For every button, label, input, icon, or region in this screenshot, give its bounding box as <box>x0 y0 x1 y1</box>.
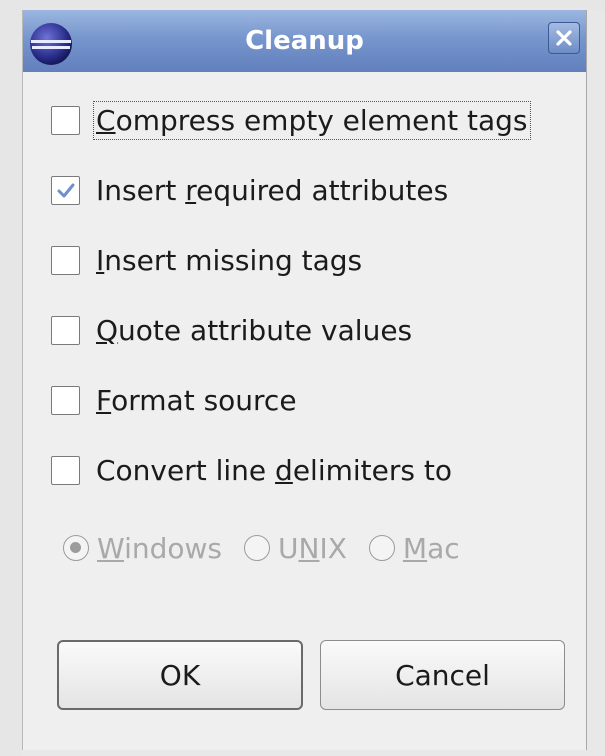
radio-button-windows[interactable] <box>63 535 89 561</box>
mnemonic: Q <box>96 313 119 347</box>
radio-mac[interactable]: Mac <box>368 531 460 565</box>
option-format-source[interactable]: Format source <box>51 380 297 420</box>
mnemonic: F <box>96 383 112 417</box>
option-insert-missing-tags[interactable]: Insert missing tags <box>51 240 362 280</box>
checkbox-convert-line-delimiters[interactable] <box>51 455 80 485</box>
close-icon <box>556 30 572 46</box>
radio-label-mac: Mac <box>402 531 460 565</box>
radio-label-unix: UNIX <box>278 531 347 565</box>
option-label-compress-empty-tags: Compress empty element tags <box>93 100 531 140</box>
radio-windows[interactable]: Windows <box>63 532 222 565</box>
checkbox-insert-required-attributes[interactable] <box>51 175 80 205</box>
mnemonic: W <box>97 531 125 565</box>
ok-button[interactable]: OK <box>57 640 303 710</box>
option-label-insert-missing-tags: Insert missing tags <box>96 243 363 277</box>
radio-selected-dot <box>70 542 81 553</box>
cleanup-dialog: Cleanup Compress empty element tags Inse… <box>22 10 587 750</box>
radio-unix[interactable]: UNIX <box>244 532 347 565</box>
option-label-convert-line-delimiters: Convert line delimiters to <box>96 453 452 487</box>
cancel-button[interactable]: Cancel <box>320 640 565 710</box>
option-convert-line-delimiters[interactable]: Convert line delimiters to <box>51 450 452 490</box>
checkmark-icon <box>57 183 75 197</box>
checkbox-insert-missing-tags[interactable] <box>51 245 80 275</box>
radio-label-windows: Windows <box>97 531 222 565</box>
mnemonic: N <box>298 531 320 565</box>
label-rest: ompress empty element tags <box>115 103 528 137</box>
option-compress-empty-tags[interactable]: Compress empty element tags <box>51 100 531 140</box>
mnemonic: M <box>402 531 428 565</box>
close-button[interactable] <box>548 22 580 54</box>
option-label-insert-required-attributes: Insert required attributes <box>96 173 449 207</box>
checkbox-format-source[interactable] <box>51 385 80 415</box>
checkbox-quote-attribute-values[interactable] <box>51 315 80 345</box>
mnemonic: d <box>275 453 293 487</box>
option-label-quote-attribute-values: Quote attribute values <box>96 313 413 347</box>
line-delimiter-radio-group: Windows UNIX Mac <box>63 528 482 568</box>
title-bar[interactable]: Cleanup <box>23 10 586 72</box>
option-quote-attribute-values[interactable]: Quote attribute values <box>51 310 412 350</box>
radio-button-mac[interactable] <box>368 535 395 561</box>
dialog-title: Cleanup <box>245 26 364 56</box>
option-label-format-source: Format source <box>96 383 297 417</box>
mnemonic: C <box>96 103 116 137</box>
mnemonic: r <box>185 173 197 207</box>
option-insert-required-attributes[interactable]: Insert required attributes <box>51 170 448 210</box>
mnemonic: I <box>96 243 105 277</box>
desktop-background-top <box>0 0 605 10</box>
desktop-background-left <box>0 0 22 756</box>
radio-button-unix[interactable] <box>244 535 270 561</box>
checkbox-compress-empty-tags[interactable] <box>51 105 80 135</box>
